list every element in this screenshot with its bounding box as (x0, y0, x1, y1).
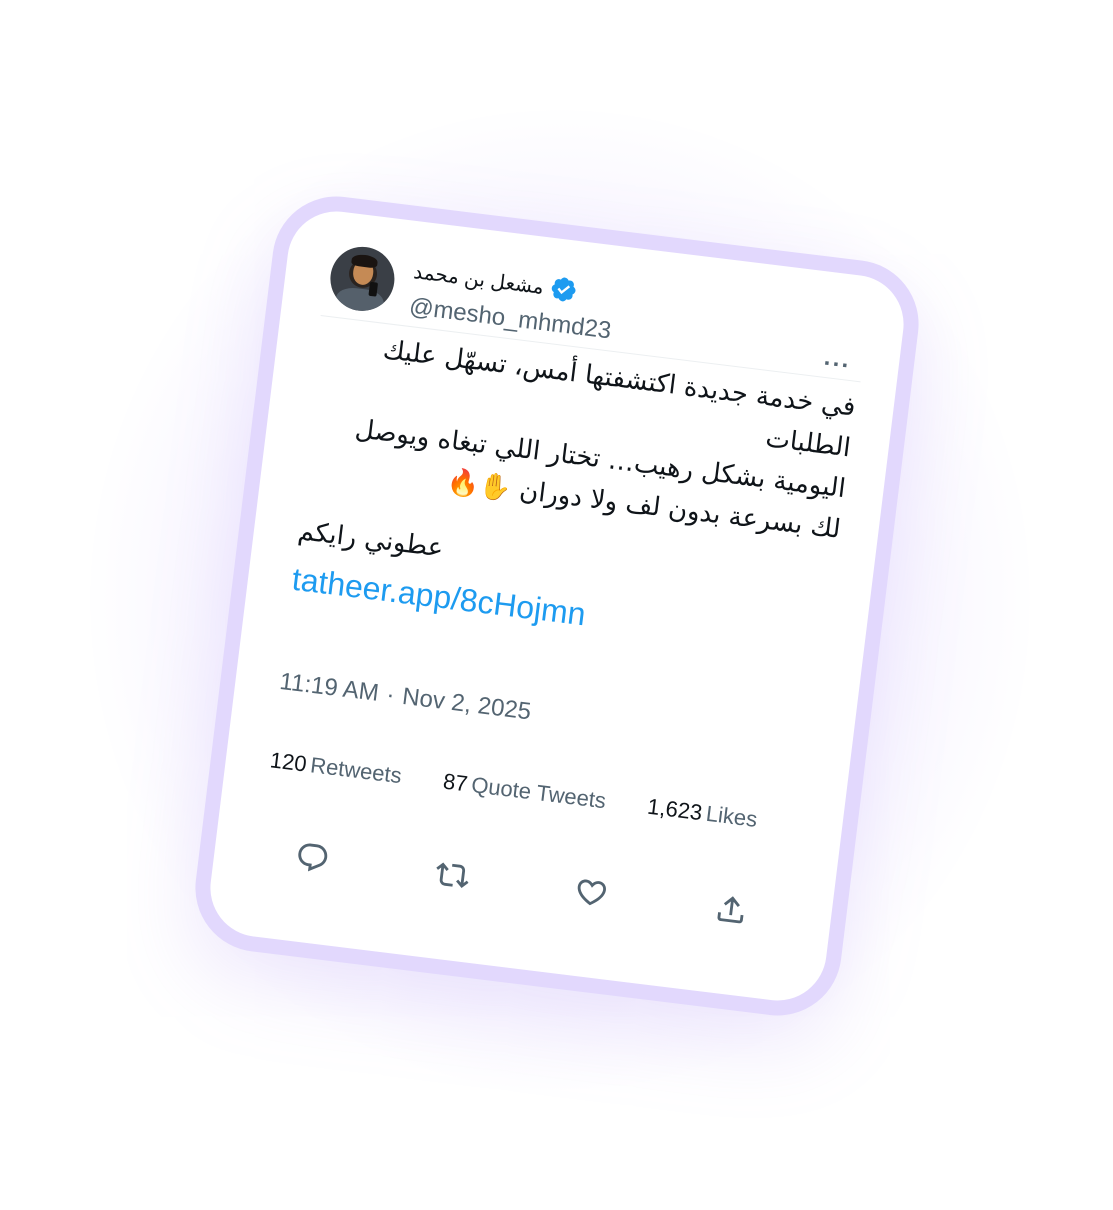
avatar[interactable] (326, 243, 399, 315)
heart-icon (578, 879, 607, 906)
likes-count: 1,623 (646, 793, 704, 826)
quote-tweets-label: Quote Tweets (470, 772, 608, 814)
avatar-shirt (333, 285, 386, 315)
share-button[interactable] (709, 887, 754, 932)
tweet-time: 11:19 AM (278, 667, 381, 707)
tweet-content: مشعل بن محمد @mesho_mhmd23 ··· في خدمة ج… (205, 206, 909, 1006)
display-name[interactable]: مشعل بن محمد (412, 259, 545, 300)
reply-button[interactable] (290, 836, 335, 881)
share-icon (717, 896, 744, 924)
verified-badge-icon (548, 274, 579, 305)
tweet-actions (290, 836, 753, 932)
tweet-card: مشعل بن محمد @mesho_mhmd23 ··· في خدمة ج… (188, 189, 926, 1023)
like-button[interactable] (569, 870, 614, 915)
retweets-stat[interactable]: 120Retweets (268, 747, 403, 789)
quote-tweets-stat[interactable]: 87Quote Tweets (442, 769, 608, 815)
likes-label: Likes (704, 800, 759, 832)
retweet-icon (435, 862, 469, 888)
stage: مشعل بن محمد @mesho_mhmd23 ··· في خدمة ج… (0, 0, 1113, 1210)
avatar-phone (368, 281, 379, 297)
likes-stat[interactable]: 1,623Likes (646, 794, 759, 833)
tweet-date: Nov 2, 2025 (400, 682, 533, 726)
retweet-button[interactable] (430, 853, 475, 898)
retweets-count: 120 (268, 747, 309, 777)
retweets-label: Retweets (309, 752, 404, 789)
tweet-ask-text: عطوني رايكم (296, 516, 446, 564)
tweet-timestamp[interactable]: 11:19 AM · Nov 2, 2025 (278, 667, 533, 727)
tweet-stats: 120Retweets 87Quote Tweets 1,623Likes (268, 747, 813, 839)
quote-tweets-count: 87 (441, 768, 470, 797)
meta-separator: · (384, 680, 397, 709)
reply-icon (298, 843, 328, 872)
